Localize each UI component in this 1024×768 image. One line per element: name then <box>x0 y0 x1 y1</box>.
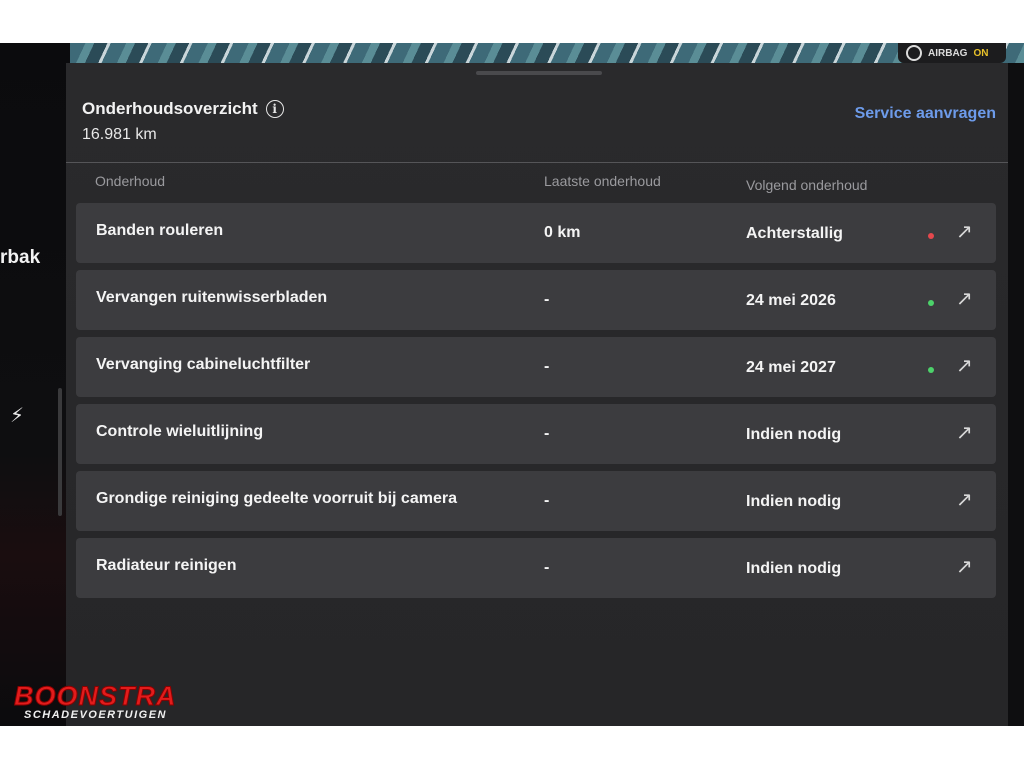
open-arrow-icon[interactable]: ↗ <box>956 286 973 311</box>
row-next-service: Indien nodig <box>746 493 842 510</box>
open-arrow-icon[interactable]: ↗ <box>956 219 973 244</box>
maintenance-list: Banden rouleren 0 km Achterstallig ↗ Ver… <box>76 203 996 605</box>
scrollbar[interactable] <box>58 388 62 516</box>
maintenance-row[interactable]: Vervanging cabineluchtfilter - 24 mei 20… <box>76 337 996 397</box>
row-name: Vervanging cabineluchtfilter <box>96 356 311 373</box>
row-last-service: - <box>544 291 550 308</box>
open-arrow-icon[interactable]: ↗ <box>956 487 973 512</box>
open-arrow-icon[interactable]: ↗ <box>956 353 973 378</box>
row-last-service: 0 km <box>544 224 581 241</box>
odometer-reading: 16.981 km <box>82 126 157 143</box>
airbag-icon <box>906 45 922 61</box>
page-title: Onderhoudsoverzicht i <box>82 99 284 119</box>
airbag-indicator: AIRBAG ON <box>898 43 1006 63</box>
watermark-subtitle: SCHADEVOERTUIGEN <box>24 709 167 721</box>
watermark-brand: BOONSTRA <box>14 681 177 711</box>
divider <box>66 162 1008 163</box>
map-background <box>70 43 1024 63</box>
request-service-link[interactable]: Service aanvragen <box>855 105 996 123</box>
maintenance-row[interactable]: Controle wieluitlijning - Indien nodig ↗ <box>76 404 996 464</box>
charging-bolt-icon[interactable]: ⚡ <box>10 403 24 428</box>
row-last-service: - <box>544 559 550 576</box>
left-rail: rbak ⚡ <box>0 43 70 726</box>
maintenance-row[interactable]: Banden rouleren 0 km Achterstallig ↗ <box>76 203 996 263</box>
maintenance-panel: Onderhoudsoverzicht i 16.981 km Service … <box>66 63 1008 726</box>
status-dot <box>928 300 934 306</box>
status-dot <box>928 233 934 239</box>
row-name: Banden rouleren <box>96 222 224 239</box>
row-last-service: - <box>544 425 550 442</box>
maintenance-row[interactable]: Vervangen ruitenwisserbladen - 24 mei 20… <box>76 270 996 330</box>
airbag-state: ON <box>973 47 989 59</box>
side-label[interactable]: rbak <box>0 247 40 269</box>
column-header-maintenance: Onderhoud <box>95 173 166 189</box>
status-dot <box>928 367 934 373</box>
right-bezel <box>1008 63 1024 726</box>
row-name: Vervangen ruitenwisserbladen <box>96 289 328 306</box>
airbag-label: AIRBAG <box>928 47 968 59</box>
row-next-service: Achterstallig <box>746 225 843 242</box>
row-last-service: - <box>544 358 550 375</box>
row-name: Controle wieluitlijning <box>96 423 264 440</box>
open-arrow-icon[interactable]: ↗ <box>956 420 973 445</box>
panel-drag-handle[interactable] <box>476 71 602 75</box>
title-text: Onderhoudsoverzicht <box>82 99 258 118</box>
row-last-service: - <box>544 492 550 509</box>
row-next-service: 24 mei 2026 <box>746 292 836 309</box>
row-next-service: Indien nodig <box>746 426 842 443</box>
screen-photo: rbak ⚡ AIRBAG ON Onderhoudsoverzicht i 1… <box>0 43 1024 726</box>
row-name: Grondige reiniging gedeelte voorruit bij… <box>96 490 457 507</box>
row-next-service: 24 mei 2027 <box>746 359 836 376</box>
row-name: Radiateur reinigen <box>96 557 237 574</box>
watermark-logo: BOONSTRA SCHADEVOERTUIGEN <box>14 681 177 721</box>
column-header-next: Volgend onderhoud <box>746 177 868 193</box>
row-next-service: Indien nodig <box>746 560 842 577</box>
open-arrow-icon[interactable]: ↗ <box>956 554 973 579</box>
info-icon[interactable]: i <box>265 100 284 118</box>
maintenance-row[interactable]: Grondige reiniging gedeelte voorruit bij… <box>76 471 996 531</box>
maintenance-row[interactable]: Radiateur reinigen - Indien nodig ↗ <box>76 538 996 598</box>
column-header-last: Laatste onderhoud <box>544 173 661 189</box>
